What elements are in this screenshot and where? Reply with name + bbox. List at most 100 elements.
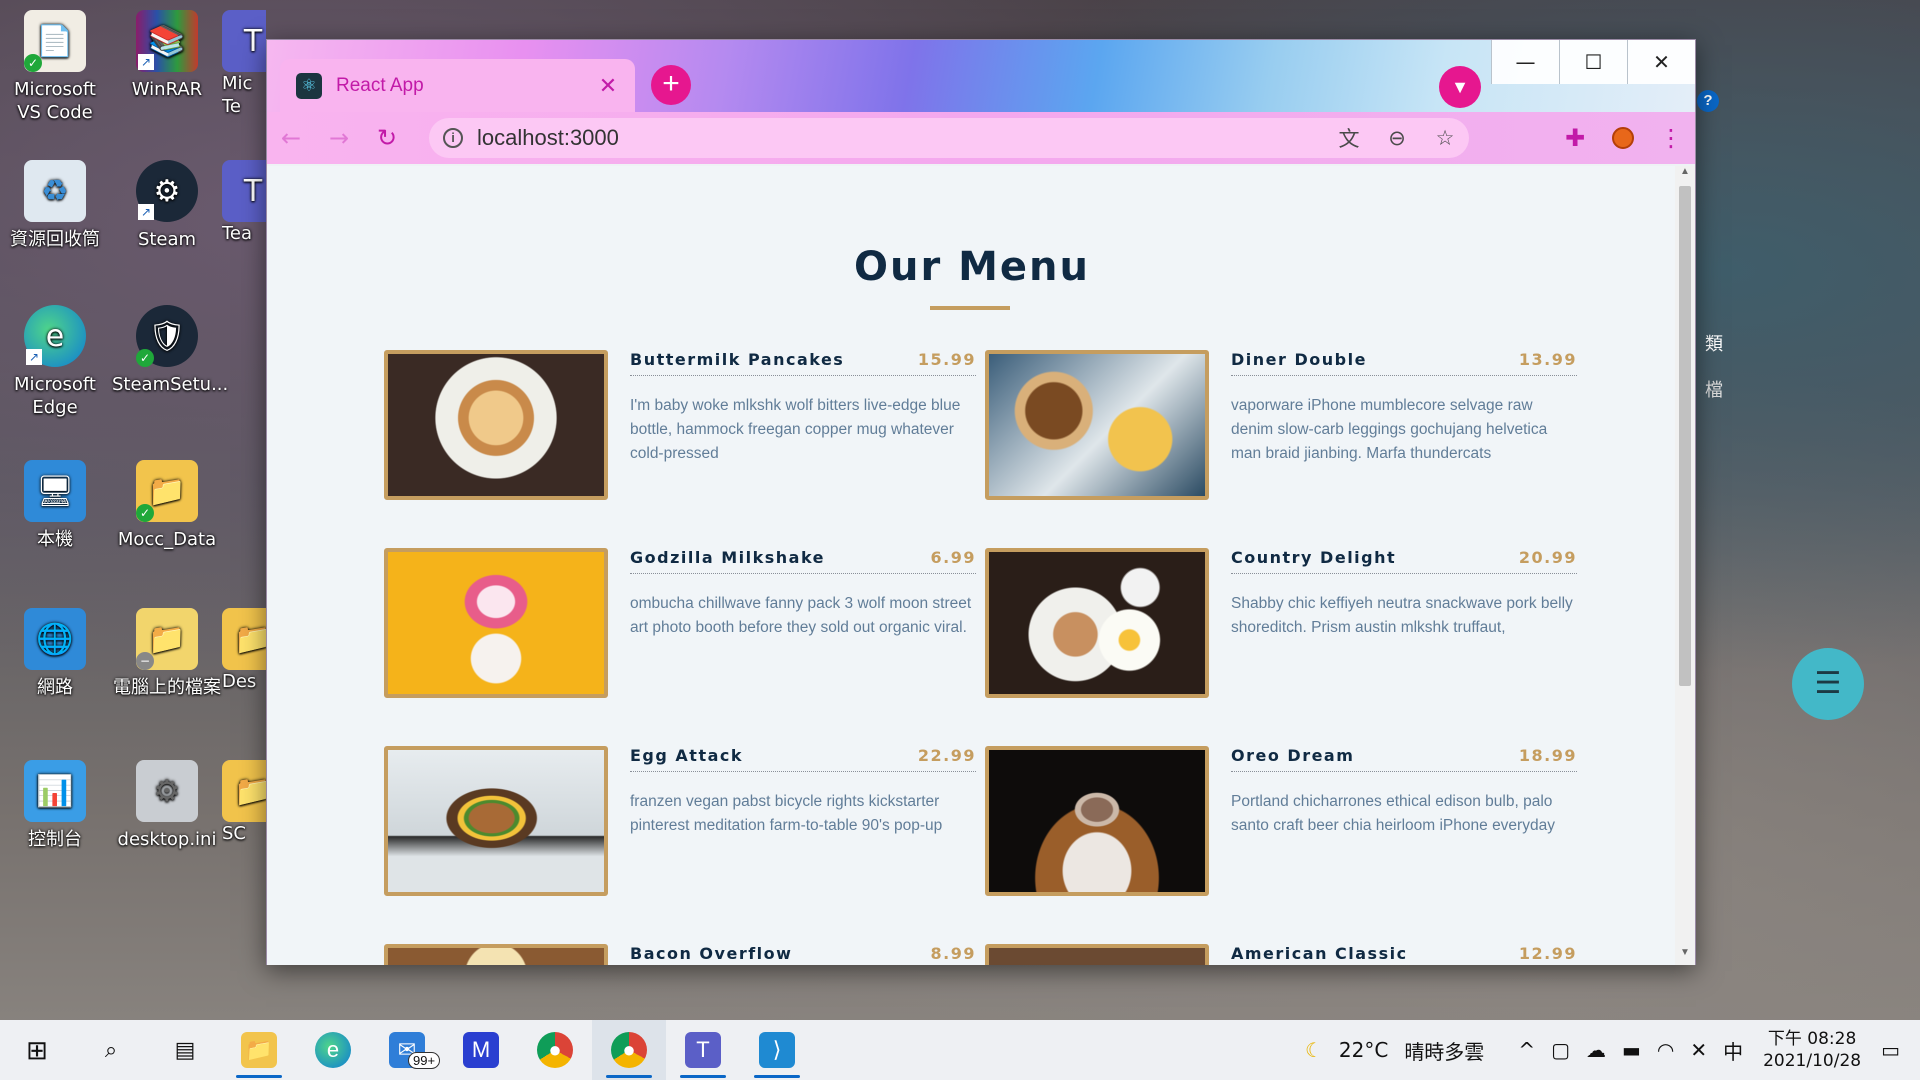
zoom-out-icon[interactable]: ⊖ bbox=[1373, 126, 1421, 150]
basketball-extension-icon[interactable] bbox=[1612, 127, 1634, 149]
taskbar-chrome-profile[interactable]: ● bbox=[592, 1020, 666, 1080]
menu-item-info: American Classic 12.99 bbox=[1231, 944, 1577, 965]
menu-item: Buttermilk Pancakes 15.99 I'm baby woke … bbox=[384, 350, 976, 500]
browser-titlebar[interactable]: ⚛ React App ✕ + ▼ — ☐ ✕ bbox=[267, 40, 1695, 112]
info-icon[interactable]: i bbox=[443, 128, 463, 148]
teams-icon: T bbox=[222, 160, 266, 222]
desktop-icon-desktop-ini[interactable]: ⚙ desktop.ini bbox=[112, 760, 222, 851]
taskbar-file-explorer[interactable]: 📁 bbox=[222, 1020, 296, 1080]
folder-icon: 📁 bbox=[222, 608, 266, 670]
desktop-icon-files[interactable]: 📁 − 電腦上的檔案 bbox=[112, 608, 222, 699]
extensions-puzzle-icon[interactable]: ✚ bbox=[1551, 124, 1599, 152]
maximize-button[interactable]: ☐ bbox=[1559, 40, 1627, 84]
scroll-thumb[interactable] bbox=[1679, 186, 1691, 686]
taskbar-teams[interactable]: T bbox=[666, 1020, 740, 1080]
menu-item-name: Bacon Overflow bbox=[630, 944, 793, 963]
more-menu-icon[interactable]: ⋮ bbox=[1647, 124, 1695, 152]
menu-item-header: Diner Double 13.99 bbox=[1231, 350, 1577, 376]
desktop-icon-mocc-data[interactable]: 📁 ✓ Mocc_Data bbox=[112, 460, 222, 551]
desktop-icon-label: Tea bbox=[222, 223, 253, 244]
desktop-icon-this-pc[interactable]: 🖥 本機 bbox=[0, 460, 110, 551]
menu-item-header: Bacon Overflow 8.99 bbox=[630, 944, 976, 965]
menu-item-header: Godzilla Milkshake 6.99 bbox=[630, 548, 976, 574]
desktop-icon-recycle-bin[interactable]: ♻ 資源回收筒 bbox=[0, 160, 110, 251]
desktop-icon-teams-partial-2[interactable]: T Tea bbox=[222, 160, 266, 245]
help-icon[interactable]: ? bbox=[1697, 90, 1719, 112]
menu-item-header: Oreo Dream 18.99 bbox=[1231, 746, 1577, 772]
desktop-icon-desktop-partial[interactable]: 📁 Des bbox=[222, 608, 266, 693]
tab-react-app[interactable]: ⚛ React App ✕ bbox=[280, 59, 635, 112]
task-view-button[interactable]: ▤ bbox=[148, 1020, 222, 1080]
menu-item-header: Buttermilk Pancakes 15.99 bbox=[630, 350, 976, 376]
show-hidden-icons-chevron-icon[interactable]: ^ bbox=[1510, 1038, 1543, 1062]
reload-icon[interactable]: ↻ bbox=[363, 124, 411, 152]
search-button[interactable]: ⌕ bbox=[74, 1020, 148, 1080]
folder-icon: 📁 − bbox=[136, 608, 198, 670]
desktop-icon-winrar[interactable]: 📚 ↗ WinRAR bbox=[112, 10, 222, 101]
desktop-icon-label: 資源回收筒 bbox=[10, 229, 100, 250]
bookmark-star-icon[interactable]: ☆ bbox=[1421, 126, 1469, 150]
taskbar-mail[interactable]: ✉ 99+ bbox=[370, 1020, 444, 1080]
url-text[interactable]: localhost:3000 bbox=[477, 125, 619, 151]
menu-item-photo bbox=[985, 548, 1209, 698]
folder-icon: 📁 ✓ bbox=[136, 460, 198, 522]
device-icon[interactable]: ▢ bbox=[1543, 1038, 1578, 1062]
desktop-icon-steam[interactable]: ⚙ ↗ Steam bbox=[112, 160, 222, 251]
document-icon: 📄 ✓ bbox=[24, 10, 86, 72]
wifi-icon[interactable]: ◠ bbox=[1649, 1038, 1682, 1062]
scroll-down-arrow-icon[interactable]: ▼ bbox=[1675, 947, 1695, 965]
sync-check-icon: − bbox=[136, 652, 154, 670]
address-bar[interactable]: i localhost:3000 文 ⊖ ☆ bbox=[429, 118, 1469, 158]
translate-icon[interactable]: 文 bbox=[1325, 123, 1373, 153]
weather-moon-icon[interactable]: ☾ bbox=[1297, 1038, 1331, 1062]
menu-item-price: 13.99 bbox=[1518, 350, 1577, 369]
back-icon[interactable]: ← bbox=[267, 124, 315, 152]
menu-item-header: Country Delight 20.99 bbox=[1231, 548, 1577, 574]
onedrive-cloud-icon[interactable]: ☁ bbox=[1578, 1038, 1614, 1062]
clock[interactable]: 下午 08:28 2021/10/28 bbox=[1751, 1028, 1873, 1072]
volume-muted-icon[interactable]: ✕ bbox=[1682, 1038, 1715, 1062]
desktop-icon-vscode[interactable]: 📄 ✓ Microsoft VS Code bbox=[0, 10, 110, 124]
minimize-button[interactable]: — bbox=[1491, 40, 1559, 84]
desktop-icon-label: Steam bbox=[137, 229, 197, 250]
scroll-up-arrow-icon[interactable]: ▲ bbox=[1675, 166, 1695, 184]
desktop-icon-steamsetup[interactable]: 🛡 ✓ SteamSetu... bbox=[112, 305, 228, 396]
profile-menu-icon[interactable]: ▼ bbox=[1439, 66, 1481, 108]
input-method-indicator[interactable]: 中 bbox=[1715, 1036, 1751, 1065]
desktop-icon-sc-partial[interactable]: 📁 SC bbox=[222, 760, 266, 845]
menu-item: Oreo Dream 18.99 Portland chicharrones e… bbox=[985, 746, 1577, 896]
taskbar-vscode[interactable]: ⟩ bbox=[740, 1020, 814, 1080]
winrar-icon: 📚 ↗ bbox=[136, 10, 198, 72]
taskbar-mathpix[interactable]: M bbox=[444, 1020, 518, 1080]
menu-item-info: Diner Double 13.99 vaporware iPhone mumb… bbox=[1231, 350, 1577, 466]
weather-description[interactable]: 晴時多雲 bbox=[1396, 1036, 1510, 1065]
desktop-icon-label: 本機 bbox=[37, 529, 73, 550]
menu-item-photo bbox=[384, 944, 608, 965]
floating-settings-button[interactable]: ☰ bbox=[1792, 648, 1864, 720]
taskbar-edge[interactable]: e bbox=[296, 1020, 370, 1080]
desktop-icon-edge[interactable]: e ↗ Microsoft Edge bbox=[0, 305, 110, 419]
desktop-icon-teams-partial[interactable]: T Mic Te bbox=[222, 10, 266, 118]
page-scrollbar[interactable]: ▲ ▼ bbox=[1675, 166, 1695, 965]
teams-icon: T bbox=[685, 1032, 721, 1068]
start-button[interactable]: ⊞ bbox=[0, 1020, 74, 1080]
chrome-icon: ● bbox=[537, 1032, 573, 1068]
settings-file-icon: ⚙ bbox=[136, 760, 198, 822]
windows-logo-icon: ⊞ bbox=[26, 1034, 48, 1065]
menu-item-price: 8.99 bbox=[930, 944, 976, 963]
desktop-icon-control-panel[interactable]: 📊 控制台 bbox=[0, 760, 110, 851]
menu-item-price: 18.99 bbox=[1518, 746, 1577, 765]
folder-icon: 📁 bbox=[222, 760, 266, 822]
battery-icon[interactable]: ▬ bbox=[1614, 1038, 1649, 1062]
new-tab-button[interactable]: + bbox=[651, 65, 691, 105]
menu-item: Country Delight 20.99 Shabby chic keffiy… bbox=[985, 548, 1577, 698]
clock-time: 下午 08:28 bbox=[1767, 1029, 1857, 1049]
taskbar-chrome[interactable]: ● bbox=[518, 1020, 592, 1080]
close-window-button[interactable]: ✕ bbox=[1627, 40, 1695, 84]
desktop-icon-network[interactable]: 🌐 網路 bbox=[0, 608, 110, 699]
forward-icon[interactable]: → bbox=[315, 124, 363, 152]
notification-center-icon[interactable]: ▭ bbox=[1873, 1038, 1920, 1062]
desktop-icon-label: 網路 bbox=[37, 677, 73, 698]
tab-close-icon[interactable]: ✕ bbox=[597, 73, 619, 99]
weather-temperature[interactable]: 22°C bbox=[1331, 1038, 1396, 1062]
